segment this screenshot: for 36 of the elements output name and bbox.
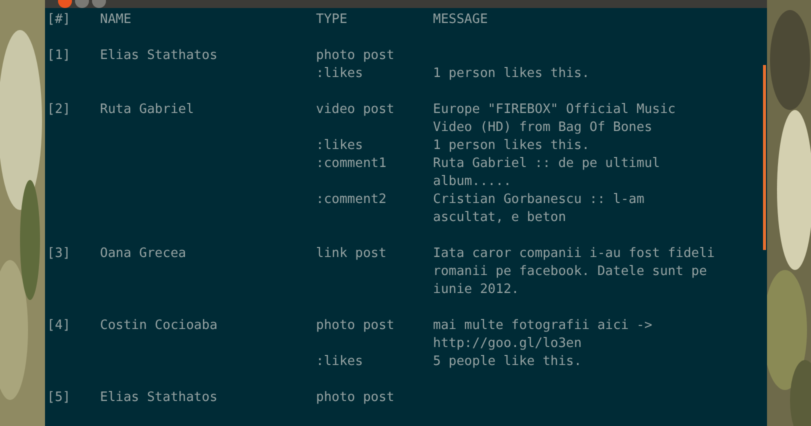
- type-text: video post: [316, 102, 394, 117]
- index-label: [#]: [47, 12, 70, 27]
- minimize-button[interactable]: [75, 0, 89, 8]
- close-button[interactable]: [58, 0, 72, 8]
- type-text: link post: [316, 246, 386, 261]
- name-text: Elias Stathatos: [100, 390, 218, 405]
- index-label: [3]: [47, 246, 70, 261]
- message-text: MESSAGE: [433, 12, 488, 27]
- index-label: [5]: [47, 390, 70, 405]
- type-text: :comment2: [316, 192, 386, 207]
- name-text: Ruta Gabriel: [100, 102, 194, 117]
- name-text: Elias Stathatos: [100, 48, 218, 63]
- name-text: NAME: [100, 12, 132, 27]
- index-label: [1]: [47, 48, 70, 63]
- message-text: 1 person likes this.: [433, 66, 590, 81]
- type-text: :comment1: [316, 156, 386, 171]
- message-text: Iata caror companii i-au fost fideli romanii pe facebook. Datele sunt pe iunie 2012.: [433, 246, 716, 297]
- message-text: 1 person likes this.: [433, 138, 590, 153]
- name-text: Oana Grecea: [100, 246, 186, 261]
- type-text: :likes: [316, 66, 363, 81]
- message-text: Cristian Gorbanescu :: l-am ascultat, e beton: [433, 192, 646, 225]
- message-text: 5 people like this.: [433, 354, 582, 369]
- type-text: TYPE: [316, 12, 348, 27]
- type-text: photo post: [316, 318, 394, 333]
- type-text: :likes: [316, 354, 363, 369]
- message-text: Ruta Gabriel :: de pe ultimul album.....: [433, 156, 661, 189]
- maximize-button[interactable]: [92, 0, 106, 8]
- type-text: :likes: [316, 138, 363, 153]
- type-text: photo post: [316, 48, 394, 63]
- index-label: [2]: [47, 102, 70, 117]
- message-text: mai multe fotografii aici -> http://goo.gl/lo3en: [433, 318, 654, 351]
- scrollbar[interactable]: [763, 65, 766, 250]
- message-text: Europe "FIREBOX" Official Music Video (HD) from Bag Of Bones: [433, 102, 677, 135]
- type-text: photo post: [316, 390, 394, 405]
- name-text: Costin Cocioaba: [100, 318, 218, 333]
- index-label: [4]: [47, 318, 70, 333]
